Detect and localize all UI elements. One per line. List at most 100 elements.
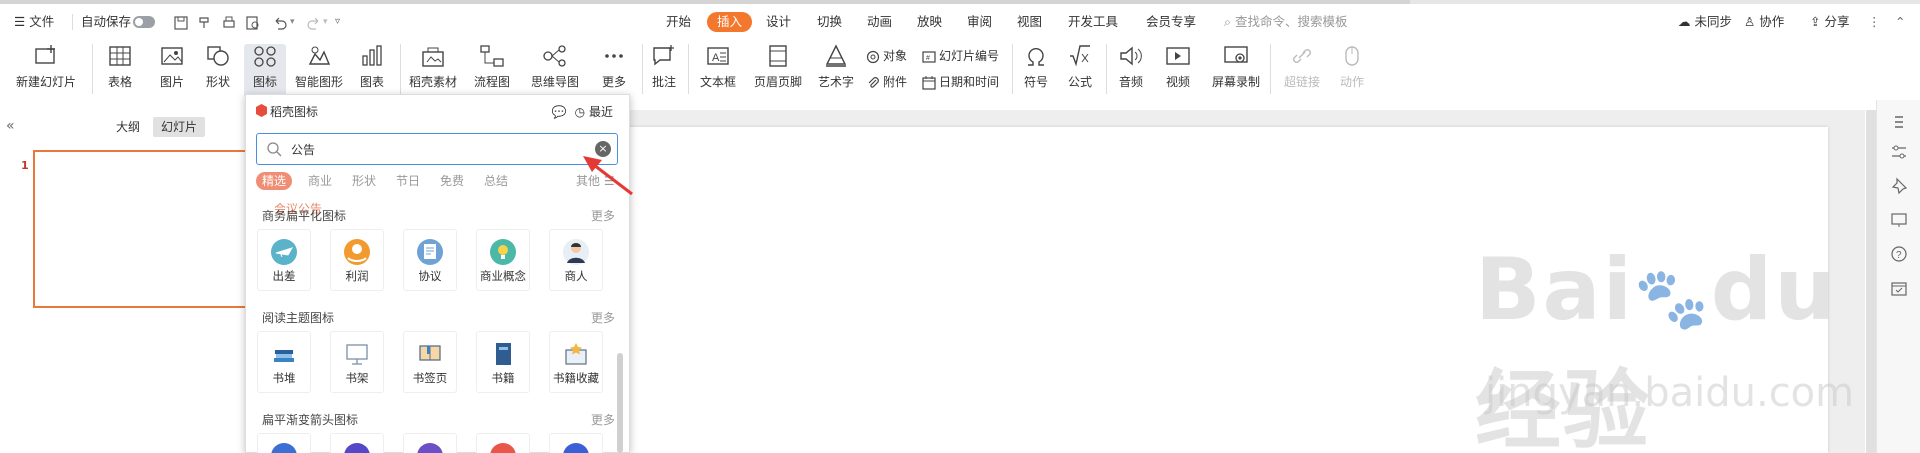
airplane-icon — [271, 239, 297, 265]
pin-icon[interactable] — [1889, 176, 1909, 196]
chart-button[interactable]: 图表 — [352, 44, 392, 98]
icon-tile[interactable] — [403, 433, 457, 453]
section-more-link[interactable]: 更多 — [591, 309, 615, 326]
tab-insert[interactable]: 插入 — [707, 12, 753, 32]
symbol-button[interactable]: 符号 — [1018, 44, 1054, 98]
presentation-icon[interactable] — [1889, 210, 1909, 230]
tab-outline[interactable]: 大纲 — [108, 117, 148, 137]
attachment-button[interactable]: 附件 — [866, 72, 907, 92]
file-menu[interactable]: ☰ 文件 — [14, 12, 54, 32]
icon-button[interactable]: 图标 — [244, 44, 286, 98]
more-panel-icon[interactable] — [1889, 112, 1909, 132]
wordart-label: 艺术字 — [817, 75, 854, 89]
share-button[interactable]: ⇪ 分享 — [1810, 12, 1849, 32]
settings-sliders-icon[interactable] — [1889, 142, 1909, 162]
video-button[interactable]: 视频 — [1158, 44, 1198, 98]
icon-tile[interactable] — [476, 433, 530, 453]
smart-graphic-button[interactable]: 智能图形 — [292, 44, 346, 98]
redo-icon[interactable] — [306, 15, 322, 31]
icon-tile-label: 利润 — [345, 269, 369, 283]
print-preview-icon[interactable] — [245, 15, 261, 31]
undo-icon[interactable] — [272, 15, 288, 31]
flowchart-button[interactable]: 流程图 — [470, 44, 514, 98]
print-icon[interactable] — [221, 15, 237, 31]
date-time-button[interactable]: 日期和时间 — [922, 72, 999, 92]
tab-review[interactable]: 审阅 — [967, 12, 992, 32]
icon-tile[interactable]: 出差 — [257, 229, 311, 291]
customize-quickbar-icon[interactable]: ▿ — [335, 12, 340, 32]
icon-tile[interactable] — [330, 433, 384, 453]
section-more-link[interactable]: 更多 — [591, 207, 615, 224]
tab-home[interactable]: 开始 — [666, 12, 691, 32]
icon-tile[interactable] — [257, 433, 311, 453]
tab-transition[interactable]: 切换 — [817, 12, 842, 32]
new-slide-button[interactable]: 新建幻灯片 — [10, 44, 82, 98]
icon-search-input[interactable]: 公告 — [291, 141, 315, 158]
filter-free[interactable]: 免费 — [440, 172, 464, 190]
watermark-url: jingyan.baidu.com — [1485, 370, 1855, 416]
formula-button[interactable]: 公式 — [1062, 44, 1098, 98]
tab-developer[interactable]: 开发工具 — [1068, 12, 1118, 32]
slide-thumbnail[interactable] — [33, 150, 253, 308]
header-footer-button[interactable]: 页眉页脚 — [752, 44, 804, 98]
wordart-button[interactable]: 艺术字 — [812, 44, 860, 98]
backup-icon[interactable] — [1889, 278, 1909, 298]
tab-design[interactable]: 设计 — [766, 12, 791, 32]
icon-tile[interactable]: 书架 — [330, 331, 384, 393]
tab-slideshow[interactable]: 放映 — [917, 12, 942, 32]
mindmap-button[interactable]: 思维导图 — [525, 44, 585, 98]
panel-scrollbar[interactable] — [617, 353, 623, 453]
filter-featured[interactable]: 精选 — [256, 172, 293, 190]
icon-tile[interactable]: 协议 — [403, 229, 457, 291]
clear-search-icon[interactable]: × — [595, 141, 611, 157]
audio-button[interactable]: 音频 — [1112, 44, 1150, 98]
hyperlink-button[interactable]: 超链接 — [1278, 44, 1326, 98]
help-icon[interactable]: ? — [1889, 244, 1909, 264]
table-label: 表格 — [107, 75, 132, 89]
redo-dropdown-icon[interactable]: ▾ — [323, 12, 328, 32]
filter-shape[interactable]: 形状 — [352, 172, 376, 190]
tab-view[interactable]: 视图 — [1017, 12, 1042, 32]
icon-tile[interactable]: 书签页 — [403, 331, 457, 393]
format-painter-icon[interactable] — [197, 15, 213, 31]
textbox-button[interactable]: A 文本框 — [694, 44, 742, 98]
more-options-icon[interactable]: ⋮ — [1868, 12, 1881, 32]
icon-tile[interactable]: 书堆 — [257, 331, 311, 393]
filter-business[interactable]: 商业 — [308, 172, 332, 190]
tab-animation[interactable]: 动画 — [867, 12, 892, 32]
collab-button[interactable]: ♙ 协作 — [1744, 12, 1784, 32]
icon-tile[interactable]: 书籍收藏 — [549, 331, 603, 393]
filter-festival[interactable]: 节日 — [396, 172, 420, 190]
icon-tile[interactable] — [549, 433, 603, 453]
comment-button[interactable]: 批注 — [648, 44, 680, 98]
autosave-toggle[interactable] — [133, 16, 155, 28]
tab-member[interactable]: 会员专享 — [1146, 12, 1196, 32]
command-search[interactable]: ⌕ 查找命令、搜索模板 — [1224, 12, 1348, 32]
tab-slides[interactable]: 幻灯片 — [153, 117, 206, 137]
collapse-ribbon-icon[interactable]: ⌃ — [1895, 12, 1905, 32]
icon-tile[interactable]: 利润 — [330, 229, 384, 291]
sync-status[interactable]: ☁ 未同步 — [1678, 12, 1732, 32]
icon-tile[interactable]: 书籍 — [476, 331, 530, 393]
recent-button[interactable]: 💬 ◷ 最近 — [552, 103, 613, 120]
more-button[interactable]: 更多 — [594, 44, 634, 98]
icon-tile[interactable]: 商人 — [549, 229, 603, 291]
icon-tile[interactable]: 商业概念 — [476, 229, 530, 291]
object-button[interactable]: 对象 — [866, 46, 907, 66]
screen-record-button[interactable]: 屏幕录制 — [1210, 44, 1262, 98]
filter-summary[interactable]: 总结 — [484, 172, 508, 190]
icon-search-box[interactable]: 公告 × — [256, 133, 618, 165]
collapse-panel-icon[interactable]: « — [6, 118, 15, 134]
save-icon[interactable] — [173, 15, 189, 31]
undo-dropdown-icon[interactable]: ▾ — [290, 12, 295, 32]
shape-button[interactable]: 形状 — [198, 44, 238, 98]
filter-other[interactable]: 其他 ☰ — [576, 172, 615, 190]
vertical-scrollbar[interactable] — [1866, 110, 1876, 453]
picture-button[interactable]: 图片 — [152, 44, 192, 98]
chat-icon: 💬 — [551, 105, 567, 119]
action-button[interactable]: 动作 — [1334, 44, 1370, 98]
table-button[interactable]: 表格 — [100, 44, 140, 98]
slide-number-button[interactable]: # 幻灯片编号 — [922, 46, 999, 66]
daoke-material-button[interactable]: 稻壳素材 — [406, 44, 460, 98]
section-more-link[interactable]: 更多 — [591, 411, 615, 428]
